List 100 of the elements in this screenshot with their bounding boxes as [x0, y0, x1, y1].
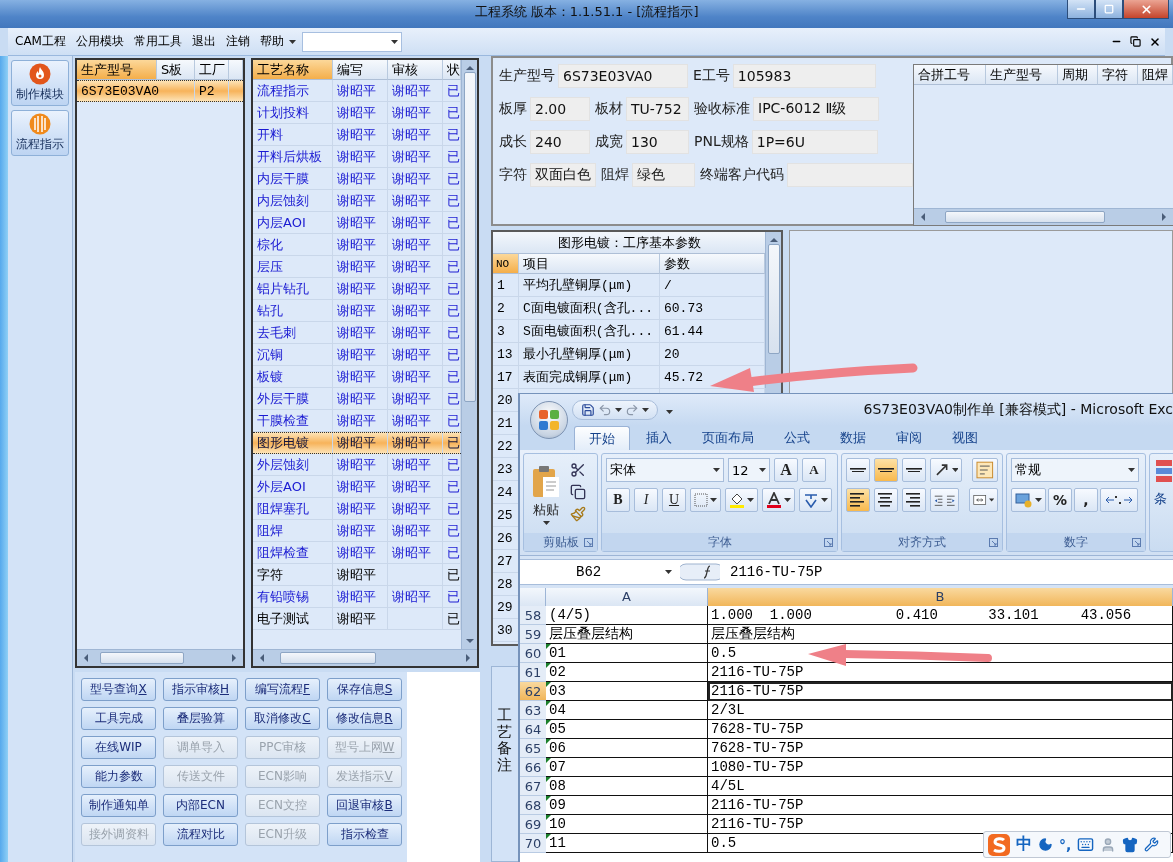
- dialog-launcher-icon[interactable]: [989, 537, 998, 547]
- table-row[interactable]: 外层干膜 谢昭平 谢昭平 已: [253, 388, 461, 410]
- vertical-scrollbar[interactable]: [765, 232, 781, 388]
- row-header[interactable]: 64: [520, 720, 546, 739]
- sheet-cell[interactable]: 10: [546, 815, 708, 834]
- align-button[interactable]: [902, 458, 926, 482]
- column-header[interactable]: 工厂: [195, 60, 229, 80]
- align-button[interactable]: [874, 458, 898, 482]
- button-label[interactable]: 条: [1154, 490, 1167, 508]
- action-button[interactable]: 修改信息R: [327, 707, 402, 730]
- comma-button[interactable]: ,: [1074, 488, 1098, 512]
- ribbon-tab[interactable]: 视图: [938, 426, 992, 450]
- ribbon-tab[interactable]: 公式: [770, 426, 824, 450]
- input-field[interactable]: IPC-6012 Ⅱ级: [753, 97, 879, 121]
- orientation-button[interactable]: [930, 458, 963, 482]
- table-row[interactable]: 阻焊塞孔 谢昭平 谢昭平 已: [253, 498, 461, 520]
- sheet-cell[interactable]: (4/5): [546, 606, 708, 625]
- input-method-logo-icon[interactable]: [988, 833, 1010, 856]
- function-icon[interactable]: [680, 562, 720, 582]
- action-button[interactable]: 能力参数: [81, 765, 156, 788]
- column-header[interactable]: 生产型号: [986, 65, 1058, 85]
- format-painter-icon[interactable]: [570, 506, 586, 522]
- sheet-cell[interactable]: 09: [546, 796, 708, 815]
- column-header[interactable]: A: [546, 588, 708, 606]
- bold-button[interactable]: B: [606, 488, 630, 512]
- cut-icon[interactable]: [570, 462, 586, 478]
- table-row[interactable]: 内层干膜 谢昭平 谢昭平 已: [253, 168, 461, 190]
- table-row[interactable]: 铝片钻孔 谢昭平 谢昭平 已: [253, 278, 461, 300]
- sheet-cell[interactable]: 07: [546, 758, 708, 777]
- column-header[interactable]: 编写: [333, 60, 388, 80]
- table-row[interactable]: 内层AOI 谢昭平 谢昭平 已: [253, 212, 461, 234]
- action-button[interactable]: 工具完成: [81, 707, 156, 730]
- table-row[interactable]: 3 S面电镀面积(含孔... 61.44: [493, 320, 765, 343]
- align-button[interactable]: [846, 458, 870, 482]
- input-field[interactable]: 2.00: [530, 97, 590, 121]
- number-format-field[interactable]: 常规: [1011, 458, 1139, 482]
- table-row[interactable]: 计划投料 谢昭平 谢昭平 已: [253, 102, 461, 124]
- action-button[interactable]: 流程对比: [163, 823, 238, 846]
- table-row[interactable]: 去毛刺 谢昭平 谢昭平 已: [253, 322, 461, 344]
- align-button[interactable]: [874, 488, 898, 512]
- shrink-font-button[interactable]: A: [802, 458, 826, 482]
- horizontal-scrollbar[interactable]: [914, 208, 1173, 225]
- action-button[interactable]: 在线WIP: [81, 736, 156, 759]
- ribbon-tab[interactable]: 审阅: [882, 426, 936, 450]
- table-row[interactable]: 流程指示 谢昭平 谢昭平 已: [253, 80, 461, 102]
- sheet-cell[interactable]: 7628-TU-75P: [708, 739, 1173, 758]
- input-field[interactable]: 240: [530, 130, 590, 154]
- half-width-icon[interactable]: [1038, 837, 1053, 852]
- merge-button[interactable]: [969, 488, 998, 512]
- language-indicator[interactable]: 中: [1016, 834, 1032, 855]
- column-header[interactable]: 审核: [388, 60, 443, 80]
- align-button[interactable]: [846, 488, 870, 512]
- row-header[interactable]: 59: [520, 625, 546, 644]
- font-size-field[interactable]: 12: [728, 458, 770, 482]
- row-header[interactable]: 62: [520, 682, 546, 701]
- row-header[interactable]: 61: [520, 663, 546, 682]
- menu-item[interactable]: 帮助: [254, 33, 289, 50]
- row-header[interactable]: 63: [520, 701, 546, 720]
- table-row[interactable]: 电子测试 谢昭平 已: [253, 608, 461, 630]
- action-button[interactable]: 取消修改C: [245, 707, 320, 730]
- sheet-cell[interactable]: 2116-TU-75P: [708, 682, 1173, 701]
- menu-item[interactable]: CAM工程: [10, 33, 71, 50]
- table-row[interactable]: 外层AOI 谢昭平 谢昭平 已: [253, 476, 461, 498]
- italic-button[interactable]: I: [634, 488, 658, 512]
- input-field[interactable]: TU-752: [626, 97, 689, 121]
- column-header[interactable]: 状: [443, 60, 461, 80]
- action-button[interactable]: 保存信息S: [327, 678, 402, 701]
- menu-item[interactable]: 注销: [220, 33, 255, 50]
- column-header[interactable]: 工艺名称: [253, 60, 333, 80]
- sheet-cell[interactable]: 11: [546, 834, 708, 853]
- action-button[interactable]: 型号查询X: [81, 678, 156, 701]
- table-row[interactable]: 阻焊检查 谢昭平 谢昭平 已: [253, 542, 461, 564]
- row-header[interactable]: 66: [520, 758, 546, 777]
- sheet-cell[interactable]: 2/3L: [708, 701, 1173, 720]
- column-header[interactable]: 项目: [519, 254, 660, 274]
- save-icon[interactable]: [581, 403, 595, 417]
- sheet-cell[interactable]: 04: [546, 701, 708, 720]
- sheet-cell[interactable]: 03: [546, 682, 708, 701]
- table-row[interactable]: 外层蚀刻 谢昭平 谢昭平 已: [253, 454, 461, 476]
- vertical-scrollbar[interactable]: [461, 60, 477, 649]
- sheet-cell[interactable]: 层压叠层结构: [546, 625, 708, 644]
- action-button[interactable]: 制作通知单: [81, 794, 156, 817]
- row-header[interactable]: 65: [520, 739, 546, 758]
- row-header[interactable]: 58: [520, 606, 546, 625]
- dialog-launcher-icon[interactable]: [584, 537, 593, 547]
- table-row[interactable]: 沉铜 谢昭平 谢昭平 已: [253, 344, 461, 366]
- sheet-cell[interactable]: 1080-TU-75P: [708, 758, 1173, 777]
- table-row[interactable]: 2 C面电镀面积(含孔... 60.73: [493, 297, 765, 320]
- row-header[interactable]: 69: [520, 815, 546, 834]
- name-box[interactable]: B62: [520, 561, 676, 583]
- input-field[interactable]: [787, 163, 913, 187]
- accounting-button[interactable]: [1011, 488, 1046, 512]
- column-header[interactable]: 字符: [1098, 65, 1138, 85]
- table-row[interactable]: 层压 谢昭平 谢昭平 已: [253, 256, 461, 278]
- column-header[interactable]: S板: [157, 60, 195, 80]
- row-header[interactable]: 60: [520, 644, 546, 663]
- menu-item[interactable]: 退出: [186, 33, 221, 50]
- horizontal-scrollbar[interactable]: [253, 649, 477, 666]
- input-field[interactable]: 130: [626, 130, 689, 154]
- row-header[interactable]: 67: [520, 777, 546, 796]
